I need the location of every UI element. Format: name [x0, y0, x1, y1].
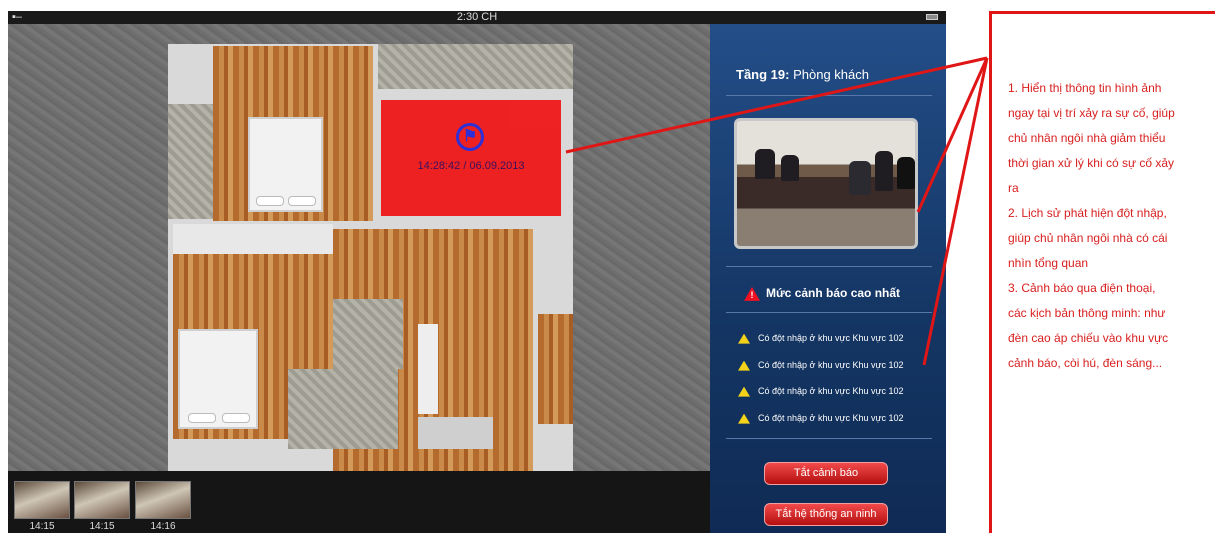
callout-line-2 [916, 57, 989, 213]
annotation-line: cảnh báo, còi hú, đèn sáng... [1008, 356, 1163, 370]
annotation-line: các kịch bản thông minh: như [1008, 306, 1166, 320]
annotation-line: ngay tại vị trí xảy ra sự cố, giúp [1008, 106, 1175, 120]
callout-line-3 [922, 57, 989, 366]
callout-line-1 [565, 56, 988, 154]
annotation-line: 1. Hiển thị thông tin hình ảnh [1008, 81, 1162, 95]
annotation-line: giúp chủ nhân ngôi nhà có cái [1008, 231, 1168, 245]
annotation-box: 1. Hiển thị thông tin hình ảnh ngay tại … [989, 11, 1215, 533]
annotation-line: 3. Cảnh báo qua điện thoại, [1008, 281, 1156, 295]
annotation-line: đèn cao áp chiếu vào khu vực [1008, 331, 1169, 345]
annotation-line: nhìn tổng quan [1008, 256, 1089, 270]
annotation-text: 1. Hiển thị thông tin hình ảnh ngay tại … [1008, 76, 1210, 376]
annotation-line: chủ nhân ngôi nhà giảm thiểu [1008, 131, 1166, 145]
annotation-line: 2. Lịch sử phát hiện đột nhập, [1008, 206, 1167, 220]
annotation-line: thời gian xử lý khi có sự cố xảy [1008, 156, 1174, 170]
annotation-line: ra [1008, 181, 1019, 195]
